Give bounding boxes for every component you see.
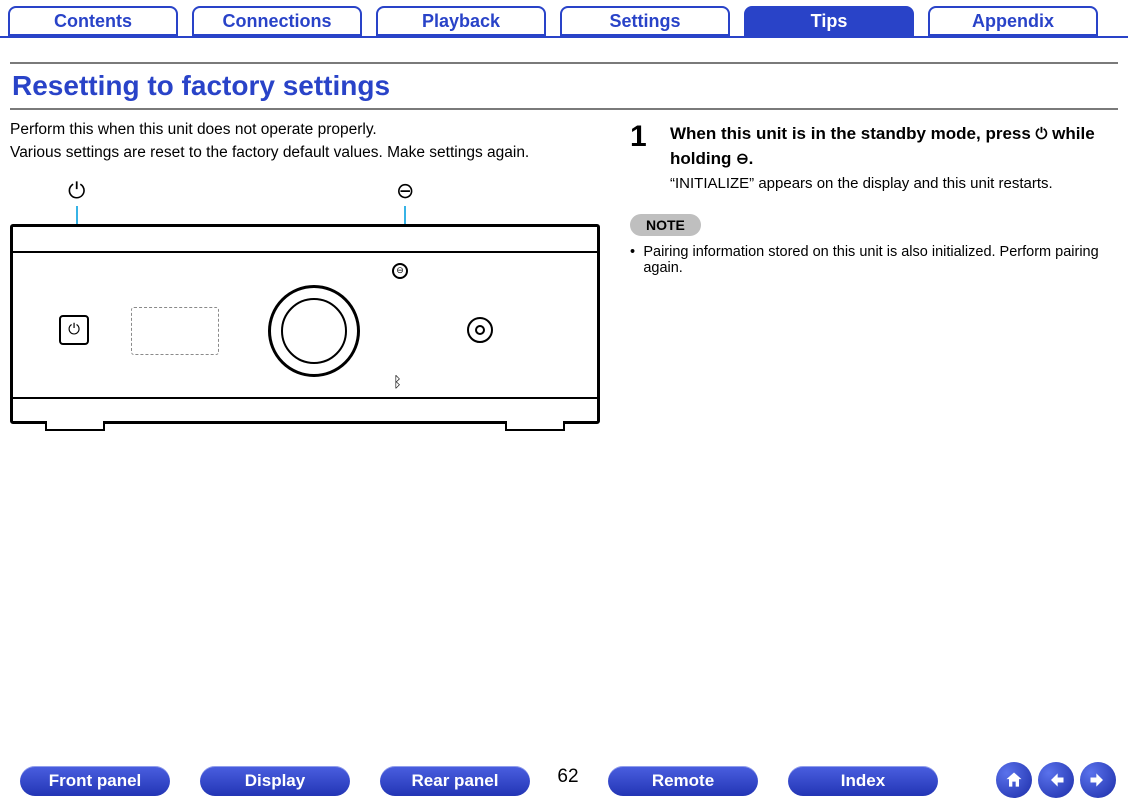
input-icon: ⊖ xyxy=(396,178,414,204)
step-body: When this unit is in the standby mode, p… xyxy=(670,122,1118,192)
nav-rear-panel[interactable]: Rear panel xyxy=(380,766,530,796)
top-nav: Contents Connections Playback Settings T… xyxy=(0,0,1128,40)
content-area: Perform this when this unit does not ope… xyxy=(10,120,1118,424)
nav-baseline xyxy=(0,36,1128,38)
device-volume-dial xyxy=(268,285,360,377)
device-display-area xyxy=(131,307,219,355)
bullet-icon: • xyxy=(630,244,643,276)
nav-icon-group xyxy=(996,762,1116,798)
step-number: 1 xyxy=(630,122,670,192)
tab-appendix[interactable]: Appendix xyxy=(928,6,1098,36)
tab-playback[interactable]: Playback xyxy=(376,6,546,36)
device-illustration: ⏻ ⊖ ⏻ ⊖ ᛒ xyxy=(10,178,600,424)
page-number: 62 xyxy=(548,766,588,788)
left-column: Perform this when this unit does not ope… xyxy=(10,120,630,424)
device-input-button: ⊖ xyxy=(392,263,408,279)
step-text: . xyxy=(749,149,754,168)
arrow-right-icon[interactable] xyxy=(1080,762,1116,798)
device-headphone-jack xyxy=(467,317,493,343)
step-text: When this unit is in the standby mode, p… xyxy=(670,124,1036,143)
bluetooth-icon: ᛒ xyxy=(393,374,402,391)
step-1: 1 When this unit is in the standby mode,… xyxy=(630,122,1118,192)
tab-tips[interactable]: Tips xyxy=(744,6,914,36)
title-section: Resetting to factory settings xyxy=(10,62,1118,110)
home-icon[interactable] xyxy=(996,762,1032,798)
device-foot xyxy=(505,421,565,431)
nav-display[interactable]: Display xyxy=(200,766,350,796)
note-item: • Pairing information stored on this uni… xyxy=(630,244,1118,276)
nav-remote[interactable]: Remote xyxy=(608,766,758,796)
arrow-left-icon[interactable] xyxy=(1038,762,1074,798)
nav-front-panel[interactable]: Front panel xyxy=(20,766,170,796)
tab-connections[interactable]: Connections xyxy=(192,6,362,36)
note-label: NOTE xyxy=(630,214,701,236)
step-subtext: “INITIALIZE” appears on the display and … xyxy=(670,175,1118,192)
page-title: Resetting to factory settings xyxy=(10,62,1118,110)
device-power-button: ⏻ xyxy=(59,315,89,345)
tab-settings[interactable]: Settings xyxy=(560,6,730,36)
bottom-nav: Front panel Display Rear panel 62 Remote… xyxy=(0,760,1128,804)
power-icon: ⏻ xyxy=(68,178,85,204)
input-icon: ⊖ xyxy=(736,150,749,167)
device-front: ⏻ ⊖ ᛒ xyxy=(10,224,600,424)
tab-contents[interactable]: Contents xyxy=(8,6,178,36)
device-foot xyxy=(45,421,105,431)
power-icon: ⏻ xyxy=(1036,126,1048,143)
note-text: Pairing information stored on this unit … xyxy=(643,244,1118,276)
nav-index[interactable]: Index xyxy=(788,766,938,796)
right-column: 1 When this unit is in the standby mode,… xyxy=(630,120,1118,424)
step-heading: When this unit is in the standby mode, p… xyxy=(670,122,1118,171)
intro-line-1: Perform this when this unit does not ope… xyxy=(10,120,600,141)
intro-line-2: Various settings are reset to the factor… xyxy=(10,143,600,164)
